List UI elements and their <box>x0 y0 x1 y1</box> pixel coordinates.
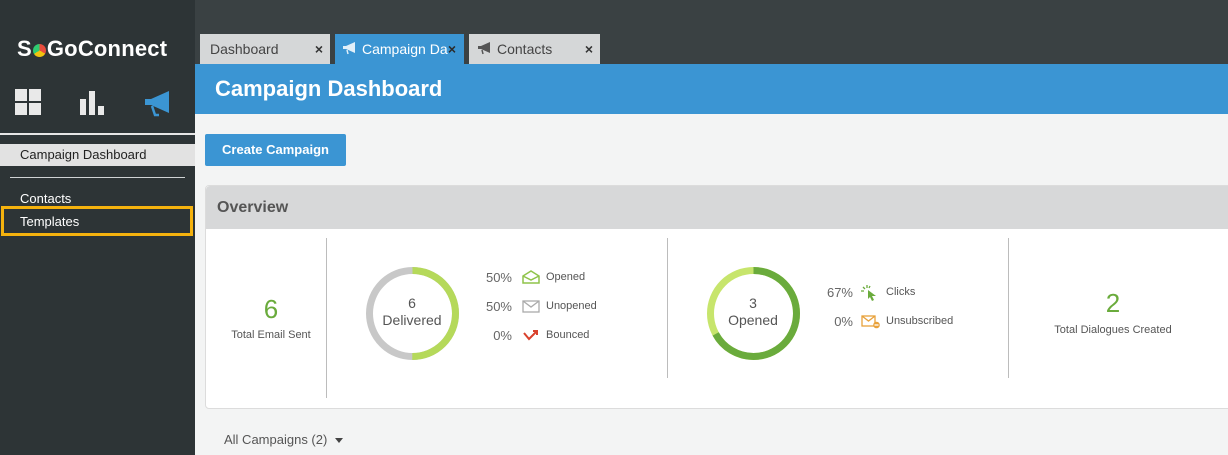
opened-label: Opened <box>728 312 778 328</box>
main-content: Create Campaign Overview 6 Total Email S… <box>195 114 1228 455</box>
campaigns-filter-label: All Campaigns (2) <box>224 432 328 447</box>
unsubscribe-envelope-icon <box>861 315 880 329</box>
click-cursor-icon <box>861 285 879 301</box>
overview-divider <box>1008 238 1009 378</box>
stat-unopened-pct: 50% <box>485 299 512 314</box>
dialogues-label: Total Dialogues Created <box>1054 324 1172 336</box>
tab-bar: Dashboard × Campaign Da × Contacts × <box>195 0 1228 64</box>
sidebar-nav-icons <box>0 89 195 119</box>
stat-opened: 50% Opened <box>472 270 622 286</box>
tab-contacts[interactable]: Contacts × <box>469 34 600 64</box>
dialogues-value: 2 <box>1105 288 1121 318</box>
campaigns-filter-dropdown[interactable]: All Campaigns (2) <box>224 432 343 447</box>
stat-unsubscribed: 0% Unsubscribed <box>813 314 973 330</box>
dashboard-grid-icon[interactable] <box>15 89 45 119</box>
closed-envelope-icon <box>522 300 540 314</box>
tab-close-icon[interactable]: × <box>315 34 323 64</box>
stat-opened-pct: 50% <box>485 270 512 285</box>
stat-clicks-pct: 67% <box>826 285 853 300</box>
stat-unopened: 50% Unopened <box>472 299 622 315</box>
stat-opened-label: Opened <box>546 271 586 283</box>
tab-close-icon[interactable]: × <box>448 34 456 64</box>
opened-value: 3 <box>749 295 757 311</box>
overview-divider <box>667 238 668 378</box>
delivered-center: 6 Delivered <box>372 295 452 329</box>
delivered-value: 6 <box>408 295 416 311</box>
logo-dot-icon <box>32 43 46 57</box>
stat-clicks-label: Clicks <box>886 286 916 298</box>
megaphone-icon[interactable] <box>142 89 172 119</box>
open-envelope-icon <box>522 270 540 284</box>
tab-campaign-dashboard-label: Campaign Da <box>362 41 448 57</box>
app-logo[interactable]: S GoConnect <box>17 36 167 62</box>
opened-center: 3 Opened <box>713 295 793 329</box>
overview-panel: Overview 6 Total Email Sent 6 Delivered … <box>205 185 1228 409</box>
stat-bounced-pct: 0% <box>493 328 512 343</box>
caret-down-icon <box>334 438 343 444</box>
overview-header: Overview <box>206 186 1228 229</box>
delivered-label: Delivered <box>382 312 442 328</box>
total-sent-label: Total Email Sent <box>231 329 311 341</box>
stat-bounced-label: Bounced <box>546 329 590 341</box>
tab-dashboard-label: Dashboard <box>210 41 279 57</box>
sidebar-separator <box>0 133 195 135</box>
bounce-arrow-icon <box>522 329 540 343</box>
tab-close-icon[interactable]: × <box>585 34 593 64</box>
overview-divider <box>326 238 327 398</box>
overview-title: Overview <box>217 199 289 216</box>
templates-highlight-box <box>1 206 193 236</box>
stat-unsubscribed-pct: 0% <box>834 314 853 329</box>
sidebar-divider <box>10 177 185 178</box>
total-sent-value: 6 <box>263 294 279 324</box>
sidebar-item-campaign-dashboard[interactable]: Campaign Dashboard <box>0 144 195 166</box>
stat-unopened-label: Unopened <box>546 300 597 312</box>
logo-prefix: S <box>17 36 32 61</box>
tab-dashboard[interactable]: Dashboard × <box>200 34 330 64</box>
page-header: Campaign Dashboard <box>195 64 1228 114</box>
logo-suffix: GoConnect <box>46 36 168 61</box>
stat-clicks: 67% Clicks <box>813 285 973 301</box>
bar-chart-icon[interactable] <box>79 89 109 119</box>
stat-unsubscribed-label: Unsubscribed <box>886 315 954 327</box>
megaphone-icon <box>477 35 492 65</box>
create-campaign-button[interactable]: Create Campaign <box>205 134 346 166</box>
page-title: Campaign Dashboard <box>215 76 443 101</box>
tab-contacts-label: Contacts <box>497 41 553 57</box>
stat-bounced: 0% Bounced <box>472 328 622 344</box>
sidebar: S GoConnect Campaign Dashboard Contacts … <box>0 0 195 455</box>
tab-campaign-dashboard[interactable]: Campaign Da × <box>335 34 464 64</box>
megaphone-icon <box>342 35 357 65</box>
